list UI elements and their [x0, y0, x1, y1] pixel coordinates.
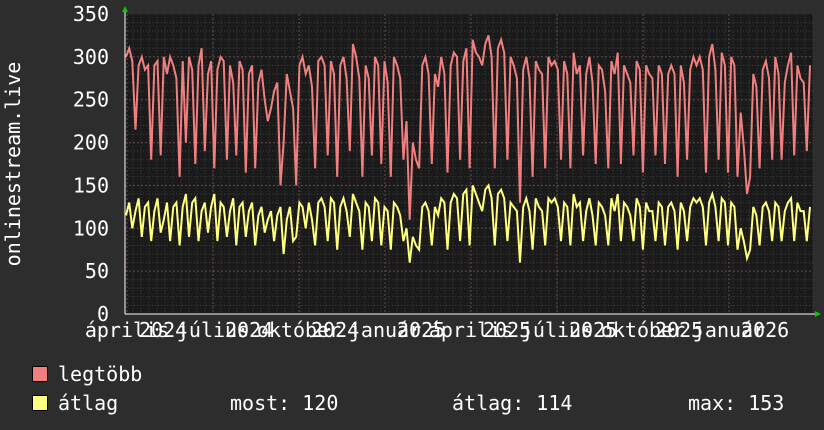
y-tick-label: 50 — [85, 259, 109, 283]
stat-max: max: 153 — [688, 391, 785, 415]
y-tick-labels: 050100150200250300350 — [73, 2, 109, 326]
y-tick-label: 350 — [73, 2, 109, 26]
x-axis-arrow — [815, 311, 821, 317]
x-tick-year: 2026 — [741, 318, 789, 342]
legend-label-avg: átlag — [58, 391, 119, 415]
stat-now: most: 120 — [230, 391, 339, 415]
y-tick-label: 150 — [73, 173, 109, 197]
stat-avg: átlag: 114 — [452, 391, 573, 415]
y-tick-label: 200 — [73, 131, 109, 155]
y-tick-label: 100 — [73, 216, 109, 240]
legend-swatch-max — [32, 366, 48, 382]
legend-swatch-avg — [32, 395, 48, 411]
y-axis-label: onlinestream.live — [1, 62, 25, 267]
y-tick-label: 300 — [73, 45, 109, 69]
legend-label-max: legtöbb — [58, 362, 143, 386]
y-tick-label: 250 — [73, 88, 109, 112]
y-axis-arrow — [122, 6, 128, 12]
x-tick-labels: április2024július2024október2024január20… — [85, 318, 789, 342]
